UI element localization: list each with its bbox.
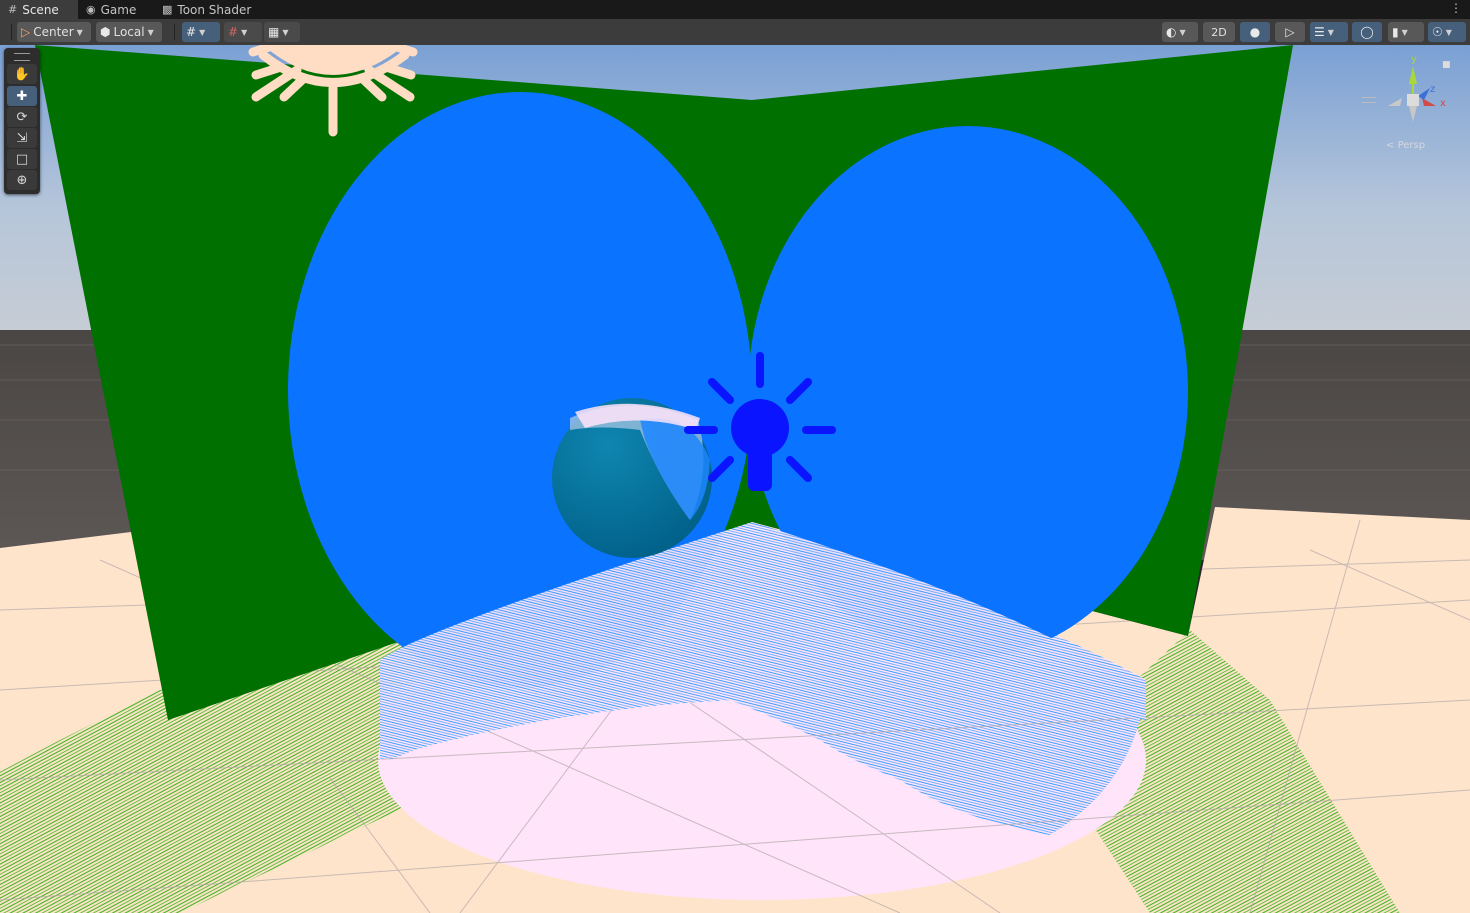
scene-render <box>0 45 1470 913</box>
gizmo-y-label: y <box>1411 54 1417 65</box>
overlay-grip[interactable] <box>1362 97 1376 103</box>
camera-icon: ▮ <box>1392 25 1399 39</box>
tool-palette: ✋ ✚ ⟳ ⇲ □ ⊕ <box>4 48 40 194</box>
chevron-down-icon: ▼ <box>282 27 289 37</box>
tab-menu-icon[interactable]: ⋮ <box>1450 1 1462 15</box>
hand-icon: ✋ <box>13 66 31 82</box>
palette-grip[interactable] <box>14 53 30 61</box>
tab-game-label: Game <box>100 2 137 17</box>
hand-tool-button[interactable]: ✋ <box>7 64 37 84</box>
tab-toon-shader-label: Toon Shader <box>177 2 252 17</box>
pivot-rotation-label: Local <box>113 25 145 39</box>
orientation-gizmo[interactable]: y z x ■ < Persp <box>1378 54 1451 154</box>
gizmo-globe-icon: ☉ <box>1432 25 1443 39</box>
projection-label[interactable]: < Persp <box>1386 140 1425 151</box>
chevron-down-icon: ▼ <box>1179 27 1186 37</box>
chevron-down-icon: ▼ <box>1401 27 1408 37</box>
speaker-muted-icon: ▷ <box>1285 25 1295 39</box>
increment-snap-icon: # <box>228 25 239 39</box>
lock-icon[interactable]: ■ <box>1442 60 1451 70</box>
scale-tool-button[interactable]: ⇲ <box>7 128 37 148</box>
scene-toolbar: ▷ Center ▼ ⬢ Local ▼ # ▼ # ▼ ▦ ▼ ◐ ▼ 2D … <box>0 19 1470 46</box>
tab-toon-shader[interactable]: ▩ Toon Shader <box>162 0 251 19</box>
pivot-icon: ▷ <box>21 25 31 39</box>
scene-sphere <box>552 398 712 558</box>
grid-snap-toggle[interactable]: # ▼ <box>182 22 220 42</box>
scene-viewport[interactable] <box>0 45 1470 913</box>
pivot-mode-dropdown[interactable]: ▷ Center ▼ <box>17 22 91 42</box>
cube-icon: ⬢ <box>100 25 111 39</box>
tab-bar: # Scene ◉ Game ▩ Toon Shader ⋮ <box>0 0 1470 19</box>
chevron-down-icon: ▼ <box>199 27 206 37</box>
rect-icon: □ <box>15 151 29 167</box>
pivot-rotation-dropdown[interactable]: ⬢ Local ▼ <box>96 22 162 42</box>
hidden-objects-toggle[interactable]: ◯ <box>1352 22 1382 42</box>
camera-dropdown[interactable]: ▮ ▼ <box>1388 22 1424 42</box>
lightbulb-icon: ● <box>1249 25 1261 39</box>
chevron-down-icon: ▼ <box>147 27 154 37</box>
scale-icon: ⇲ <box>16 130 28 146</box>
effects-dropdown[interactable]: ☰ ▼ <box>1310 22 1348 42</box>
move-tool-button[interactable]: ✚ <box>7 86 37 106</box>
ruler-icon: ▦ <box>268 25 280 39</box>
gizmos-dropdown[interactable]: ☉ ▼ <box>1428 22 1466 42</box>
pivot-mode-label: Center <box>33 25 74 39</box>
transform-tool-button[interactable]: ⊕ <box>7 170 37 190</box>
tab-scene-label: Scene <box>22 2 59 17</box>
gizmo-x-label: x <box>1440 98 1446 109</box>
grid-snap-icon: # <box>186 25 197 39</box>
grid-icon: # <box>8 3 18 16</box>
axis-gizmo-graphic <box>1388 66 1436 122</box>
toolbar-grip <box>11 24 12 40</box>
lighting-toggle[interactable]: ● <box>1240 22 1270 42</box>
projection-text: Persp <box>1397 140 1426 151</box>
chevron-down-icon: ▼ <box>1445 27 1452 37</box>
tab-scene[interactable]: # Scene <box>0 0 78 19</box>
shading-sphere-icon: ◐ <box>1166 25 1177 39</box>
tab-game[interactable]: ◉ Game <box>86 0 136 19</box>
shader-icon: ▩ <box>162 3 173 16</box>
rect-tool-button[interactable]: □ <box>7 149 37 169</box>
transform-icon: ⊕ <box>16 172 28 188</box>
gizmo-z-label: z <box>1430 84 1436 95</box>
chevron-down-icon: ▼ <box>1327 27 1334 37</box>
toolbar-separator <box>174 24 175 40</box>
rotate-icon: ⟳ <box>16 109 28 125</box>
chevron-down-icon: ▼ <box>76 27 83 37</box>
rotate-tool-button[interactable]: ⟳ <box>7 107 37 127</box>
increment-snap-toggle[interactable]: # ▼ <box>224 22 262 42</box>
audio-toggle[interactable]: ▷ <box>1275 22 1305 42</box>
move-icon: ✚ <box>16 88 28 104</box>
eye-slash-icon: ◯ <box>1360 25 1374 39</box>
chevron-down-icon: ▼ <box>241 27 248 37</box>
draw-mode-dropdown[interactable]: ◐ ▼ <box>1162 22 1198 42</box>
2d-label: 2D <box>1211 25 1227 39</box>
2d-toggle-button[interactable]: 2D <box>1203 22 1235 42</box>
gamepad-icon: ◉ <box>86 3 96 16</box>
grid-visibility-toggle[interactable]: ▦ ▼ <box>264 22 300 42</box>
layers-icon: ☰ <box>1314 25 1325 39</box>
